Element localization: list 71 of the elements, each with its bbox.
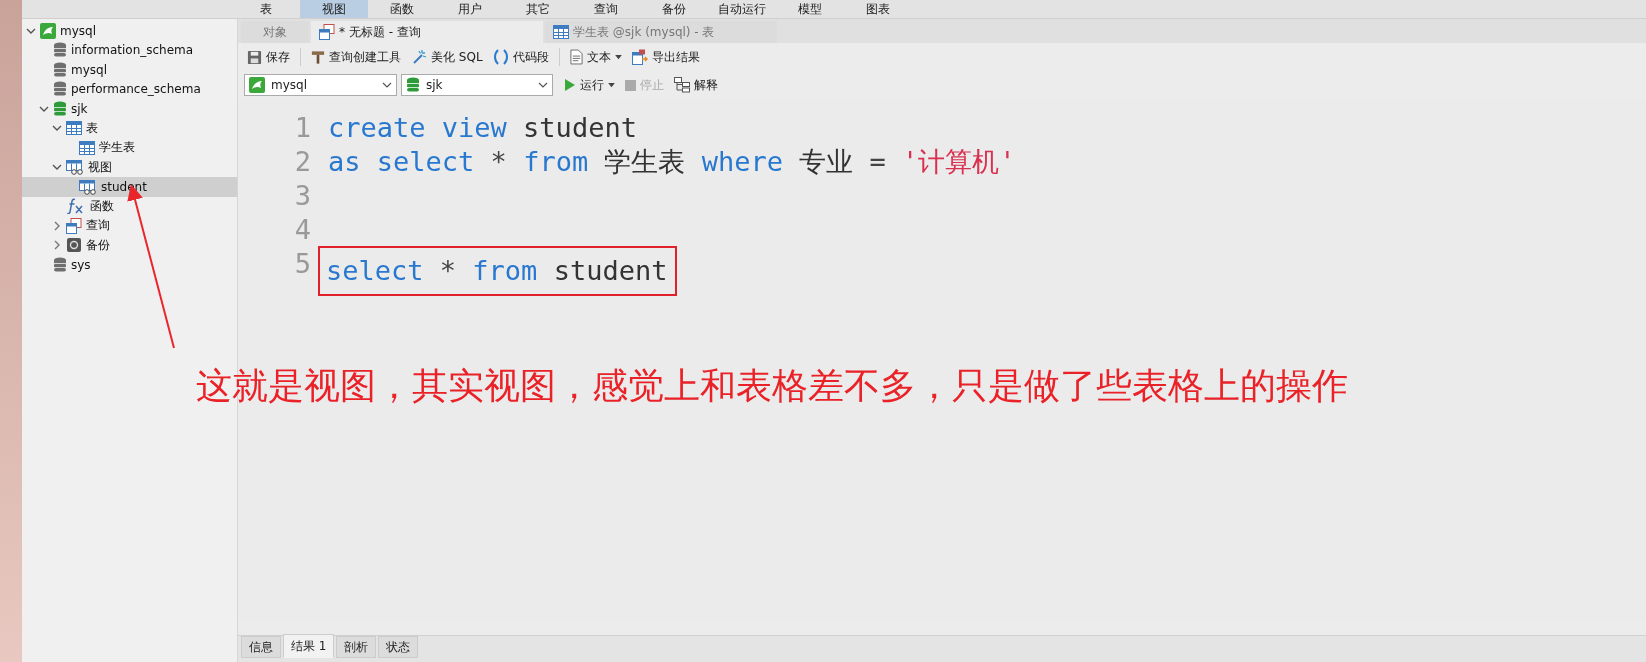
tree-item[interactable]: mysql: [22, 21, 237, 41]
code-line: select * from student: [326, 254, 668, 288]
table-icon: [66, 120, 82, 137]
annotation-text: 这就是视图，其实视图，感觉上和表格差不多，只是做了些表格上的操作: [196, 364, 1348, 408]
menu-item[interactable]: 自动运行: [708, 0, 776, 18]
menu-item[interactable]: 视图: [300, 0, 368, 18]
code-line: create view student: [328, 111, 638, 145]
menu-item[interactable]: 表: [232, 0, 300, 18]
dolphin-icon: [249, 77, 265, 93]
toolbar-button[interactable]: 保存: [244, 46, 293, 68]
tree-item[interactable]: 查询: [22, 216, 237, 236]
backup-icon: [66, 237, 82, 254]
select-field[interactable]: mysql: [244, 74, 397, 96]
table-icon: [553, 24, 569, 40]
document-icon: [569, 49, 583, 65]
diagram-icon: [674, 77, 690, 93]
chevron-right-icon[interactable]: [52, 220, 62, 231]
query-icon: [66, 217, 82, 234]
magic-wand-icon: [411, 49, 427, 65]
menu-item[interactable]: 其它: [504, 0, 572, 18]
play-icon: [564, 78, 576, 92]
tree-item[interactable]: 函数: [22, 196, 237, 216]
table-icon: [79, 139, 95, 156]
tree-item[interactable]: 表: [22, 118, 237, 138]
hammer-icon: [311, 49, 325, 65]
tree-item[interactable]: 学生表: [22, 138, 237, 158]
line-number: 4: [293, 213, 311, 247]
tree-item[interactable]: information_schema: [22, 40, 237, 60]
toolbar-button[interactable]: 运行: [561, 74, 618, 96]
tree-item[interactable]: sjk: [22, 99, 237, 119]
toolbar-button[interactable]: 代码段: [489, 46, 552, 68]
result-tab[interactable]: 结果 1: [283, 634, 335, 658]
toolbar-button[interactable]: 查询创建工具: [308, 46, 404, 68]
tree-item[interactable]: 备份: [22, 235, 237, 255]
toolbar-button[interactable]: 解释: [671, 74, 721, 96]
view-icon: [66, 159, 84, 176]
tree-item[interactable]: performance_schema: [22, 79, 237, 99]
view-icon: [79, 178, 97, 195]
chevron-down-icon: [538, 80, 548, 90]
menu-item[interactable]: 图表: [844, 0, 912, 18]
editor-tab[interactable]: * 无标题 - 查询: [311, 21, 543, 43]
parentheses-icon: [492, 49, 509, 65]
result-tab[interactable]: 剖析: [336, 636, 377, 658]
tree-item[interactable]: 视图: [22, 157, 237, 177]
tree-item[interactable]: sys: [22, 255, 237, 275]
tree-item[interactable]: mysql: [22, 60, 237, 80]
line-number: 5: [293, 247, 311, 281]
database-icon: [406, 77, 420, 93]
query-icon: [319, 24, 335, 40]
line-number: 2: [293, 145, 311, 179]
menu-item[interactable]: 模型: [776, 0, 844, 18]
function-icon: [66, 198, 86, 215]
chevron-down-icon: [382, 80, 392, 90]
code-line: as select * from 学生表 where 专业 = '计算机': [328, 145, 1016, 179]
export-table-icon: [631, 49, 648, 65]
select-field[interactable]: sjk: [401, 74, 553, 96]
stop-icon: [625, 79, 636, 91]
menu-item[interactable]: 函数: [368, 0, 436, 18]
dolphin-icon: [40, 22, 56, 39]
menu-item[interactable]: 备份: [640, 0, 708, 18]
toolbar-button[interactable]: 文本: [566, 46, 625, 68]
result-tab[interactable]: 状态: [378, 636, 419, 658]
line-number: 3: [293, 179, 311, 213]
line-number: 1: [293, 111, 311, 145]
toolbar-button[interactable]: 美化 SQL: [408, 46, 486, 68]
toolbar-button[interactable]: 导出结果: [628, 46, 703, 68]
menu-item[interactable]: 查询: [572, 0, 640, 18]
menu-item[interactable]: 用户: [436, 0, 504, 18]
tree-item[interactable]: student: [22, 177, 237, 197]
chevron-right-icon[interactable]: [52, 240, 62, 251]
result-tab[interactable]: 信息: [241, 636, 281, 658]
